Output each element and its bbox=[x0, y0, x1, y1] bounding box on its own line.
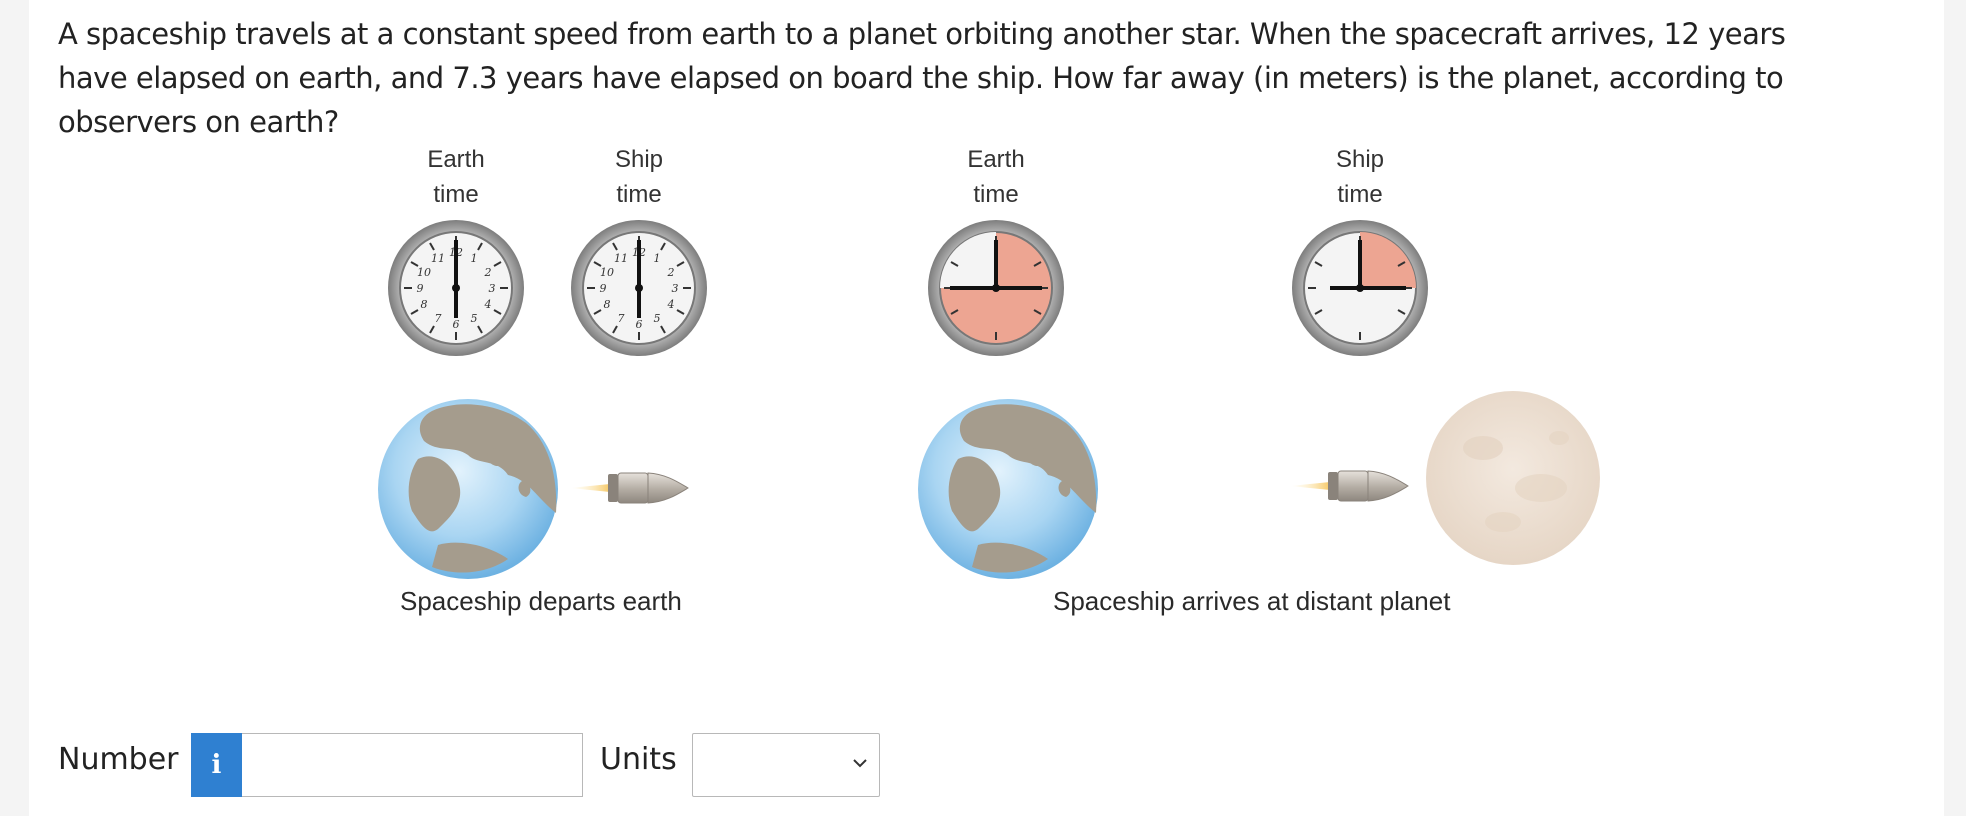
chevron-down-icon bbox=[853, 759, 867, 768]
clock-ship-start-icon bbox=[570, 219, 708, 357]
earth-left-icon bbox=[378, 399, 558, 579]
clock-label-line: time bbox=[973, 181, 1019, 208]
clock-label-line: time bbox=[433, 181, 479, 208]
info-button[interactable]: i bbox=[191, 733, 242, 797]
caption-arrives: Spaceship arrives at distant planet bbox=[1053, 586, 1451, 616]
clock-label-line: Earth bbox=[427, 146, 485, 173]
units-label: Units bbox=[600, 742, 677, 777]
info-icon: i bbox=[211, 750, 222, 780]
caption-departs: Spaceship departs earth bbox=[400, 586, 682, 616]
clock-label-line: time bbox=[1337, 181, 1383, 208]
units-select[interactable] bbox=[692, 733, 880, 797]
spaceship-left-icon bbox=[570, 472, 689, 504]
planet-icon bbox=[1426, 391, 1600, 565]
clock-label-line: Earth bbox=[967, 146, 1025, 173]
clock-label-earth-arrival: Earth time bbox=[936, 142, 1056, 212]
number-input[interactable] bbox=[242, 733, 583, 797]
clock-label-line: time bbox=[616, 181, 662, 208]
earth-right-icon bbox=[918, 399, 1098, 579]
spaceship-right-icon bbox=[1290, 470, 1409, 502]
clock-label-ship-arrival: Ship time bbox=[1300, 142, 1420, 212]
clock-label-line: Ship bbox=[614, 146, 664, 173]
clock-label-ship-start: Ship time bbox=[579, 142, 699, 212]
clock-earth-start-icon bbox=[387, 219, 525, 357]
relativity-figure: 12 1 2 3 4 5 6 7 8 9 10 11 bbox=[378, 219, 1600, 579]
number-label: Number bbox=[58, 742, 179, 777]
clock-label-earth-start: Earth time bbox=[396, 142, 516, 212]
clock-label-line: Ship bbox=[1335, 146, 1385, 173]
clock-earth-arrival-icon bbox=[928, 220, 1064, 356]
clock-ship-arrival-icon bbox=[1292, 220, 1428, 356]
